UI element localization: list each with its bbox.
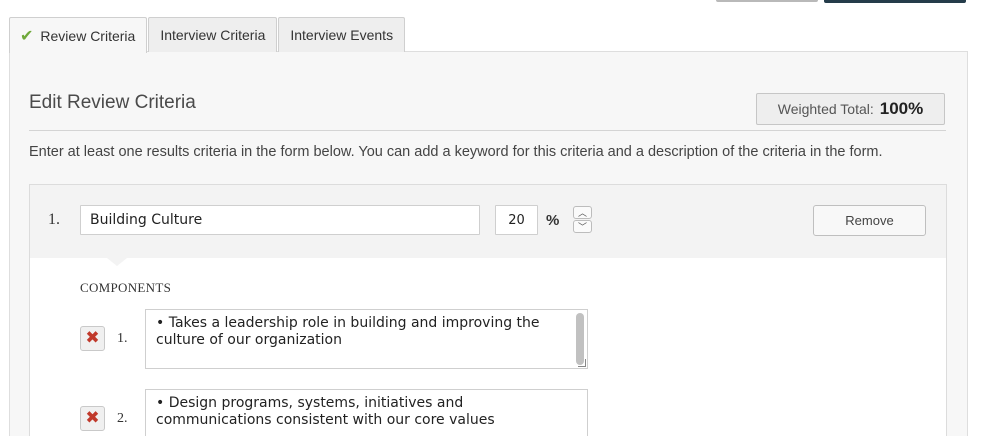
x-icon: ✖ [85, 408, 100, 428]
component-textarea[interactable]: • Takes a leadership role in building an… [145, 309, 588, 369]
top-primary-button-edge [824, 0, 966, 3]
tab-interview-events[interactable]: Interview Events [278, 17, 406, 52]
page-title: Edit Review Criteria [29, 92, 196, 113]
component-number: 2. [117, 411, 128, 426]
chevron-up-icon[interactable]: ︿ [573, 206, 592, 219]
textarea-scrollbar[interactable] [576, 313, 584, 365]
component-number: 1. [117, 331, 128, 346]
tab-bar: ✔ Review Criteria Interview Criteria Int… [9, 17, 406, 53]
delete-component-button[interactable]: ✖ [80, 326, 105, 351]
criteria-number: 1. [48, 211, 60, 228]
weighted-total-value: 100% [879, 99, 924, 118]
x-icon: ✖ [85, 328, 100, 348]
weighted-total-label: Weighted Total: [777, 101, 874, 117]
delete-component-button[interactable]: ✖ [80, 406, 105, 431]
component-text: • Takes a leadership role in building an… [156, 315, 540, 348]
resize-handle[interactable] [578, 359, 586, 367]
check-icon: ✔ [20, 26, 34, 45]
tab-label: Review Criteria [40, 27, 136, 44]
tab-review-criteria[interactable]: ✔ Review Criteria [9, 17, 148, 53]
chevron-down-icon[interactable]: ﹀ [573, 220, 592, 233]
tab-interview-criteria[interactable]: Interview Criteria [148, 17, 278, 52]
tab-label: Interview Criteria [160, 27, 266, 43]
remove-criteria-button[interactable]: Remove [813, 205, 926, 236]
component-textarea[interactable]: • Design programs, systems, initiatives … [145, 389, 588, 436]
components-heading: COMPONENTS [80, 280, 172, 295]
instructions-text: Enter at least one results criteria in t… [29, 144, 883, 160]
tab-label: Interview Events [290, 27, 394, 43]
weighted-total-badge: Weighted Total: 100% [756, 93, 945, 125]
criteria-percent-input[interactable]: 20 [495, 205, 538, 235]
criteria-name-input[interactable]: Building Culture [80, 205, 480, 235]
heading-divider [29, 130, 946, 131]
top-button-edge [716, 0, 818, 2]
percent-spinner: ︿ ﹀ [573, 206, 593, 234]
percent-sign: % [546, 212, 560, 229]
criteria-pointer [107, 258, 127, 266]
component-text: • Design programs, systems, initiatives … [156, 395, 495, 428]
